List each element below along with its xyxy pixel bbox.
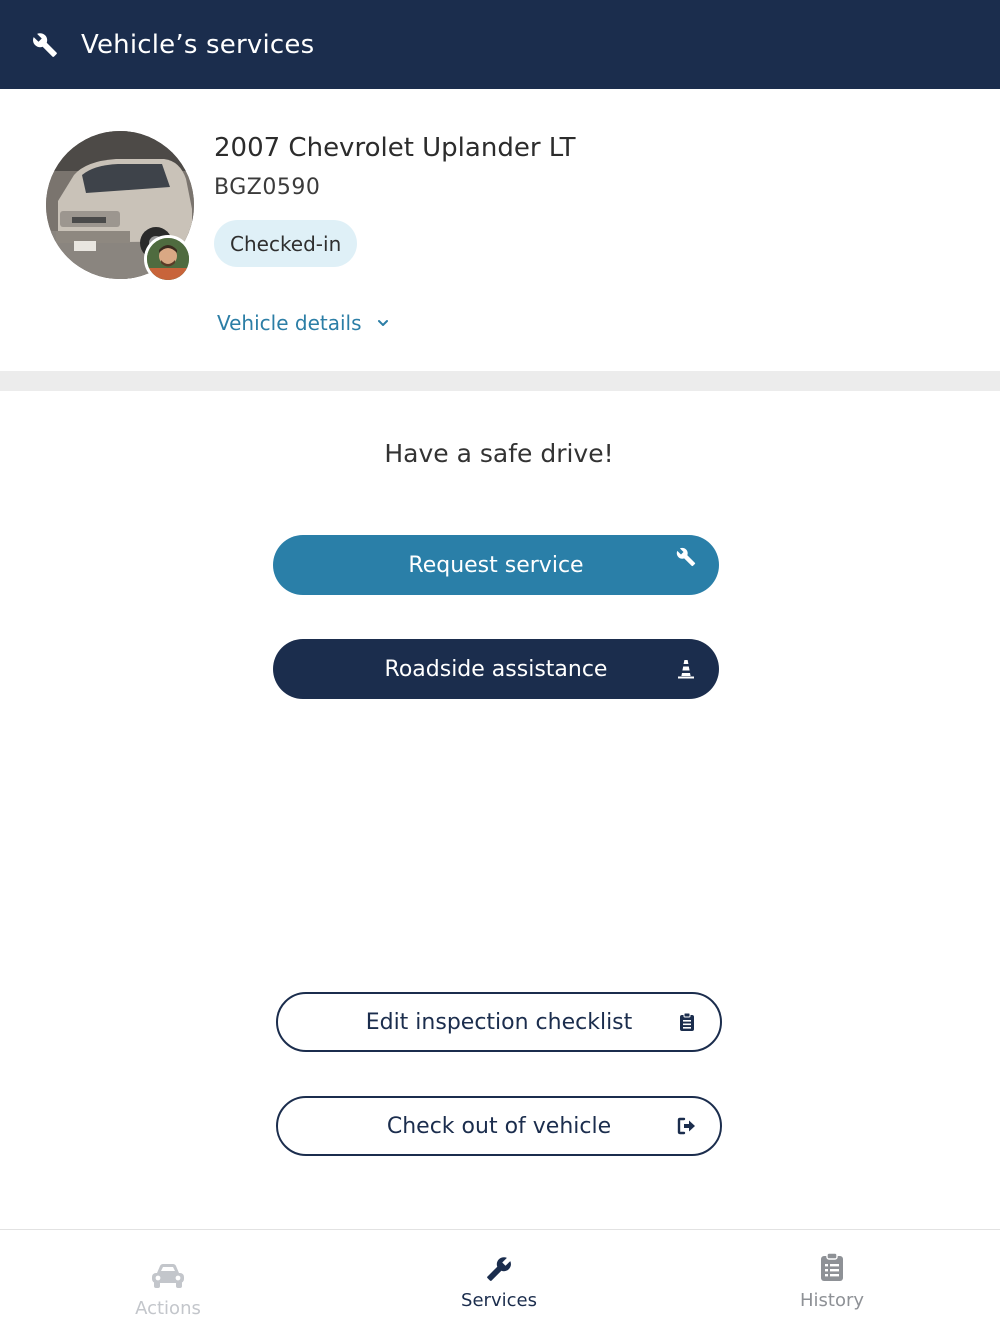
sign-out-icon [676, 1115, 698, 1137]
wrench-icon [486, 1248, 512, 1282]
clipboard-icon [676, 1011, 698, 1033]
tab-actions-label: Actions [135, 1298, 201, 1319]
vehicle-name: 2007 Chevrolet Uplander LT [214, 133, 576, 163]
app-header: Vehicle’s services [0, 0, 1000, 89]
traffic-cone-icon [675, 658, 697, 680]
wrench-icon [32, 32, 58, 58]
services-panel: Have a safe drive! Request service Roads… [0, 391, 1000, 1229]
request-service-button[interactable]: Request service [273, 535, 719, 595]
tab-actions[interactable]: Actions [68, 1230, 268, 1334]
tab-history[interactable]: History [732, 1230, 932, 1334]
wrench-icon [675, 546, 697, 568]
edit-inspection-checklist-button[interactable]: Edit inspection checklist [276, 992, 722, 1052]
tab-services[interactable]: Services [399, 1230, 599, 1334]
car-icon [149, 1256, 187, 1290]
bottom-tab-bar: Actions Services History [0, 1229, 1000, 1334]
clipboard-icon [820, 1248, 844, 1282]
license-plate: BGZ0590 [214, 175, 321, 200]
tab-services-label: Services [461, 1290, 537, 1311]
page-title: Vehicle’s services [81, 29, 315, 60]
edit-inspection-checklist-label: Edit inspection checklist [365, 1009, 633, 1035]
tab-history-label: History [799, 1290, 865, 1311]
vehicle-avatar-group [46, 131, 194, 283]
status-badge: Checked-in [214, 220, 358, 267]
request-service-label: Request service [408, 552, 584, 578]
driver-avatar [144, 235, 192, 283]
check-out-vehicle-label: Check out of vehicle [386, 1113, 612, 1139]
vehicle-details-toggle[interactable]: Vehicle details [217, 311, 390, 335]
roadside-assistance-button[interactable]: Roadside assistance [273, 639, 719, 699]
greeting-text: Have a safe drive! [384, 439, 614, 468]
vehicle-details-label: Vehicle details [217, 311, 362, 335]
chevron-down-icon [376, 316, 390, 330]
roadside-assistance-label: Roadside assistance [384, 656, 608, 682]
vehicle-card: 2007 Chevrolet Uplander LT BGZ0590 Check… [0, 89, 1000, 371]
check-out-vehicle-button[interactable]: Check out of vehicle [276, 1096, 722, 1156]
